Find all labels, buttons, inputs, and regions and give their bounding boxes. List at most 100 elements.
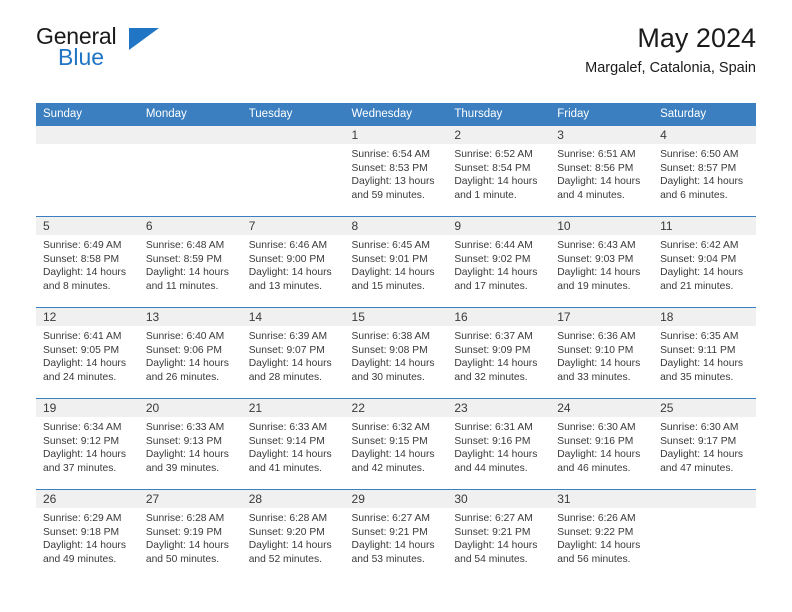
sunrise-text: Sunrise: 6:50 AM — [660, 149, 739, 160]
calendar-day-cell[interactable]: 2 Sunrise: 6:52 AM Sunset: 8:54 PM Daylight… — [447, 125, 551, 217]
day-number: 31 — [550, 490, 654, 508]
sunset-text: Sunset: 9:16 PM — [454, 435, 531, 447]
day-number: 2 — [447, 126, 551, 144]
calendar-page: General Blue May 2024 Margalef, Cataloni… — [0, 0, 792, 612]
daylight-text: Daylight: 14 hours and 13 minutes. — [248, 267, 332, 292]
day-details: Sunrise: 6:27 AM Sunset: 9:21 PM Daylight:… — [447, 508, 550, 566]
calendar-day-cell[interactable]: 21 Sunrise: 6:33 AM Sunset: 9:14 PM Dayligh… — [241, 398, 345, 490]
sunset-text: Sunset: 9:19 PM — [145, 526, 222, 538]
calendar-day-cell[interactable]: 26 Sunrise: 6:29 AM Sunset: 9:18 PM Dayligh… — [36, 489, 139, 580]
daylight-text: Daylight: 14 hours and 24 minutes. — [43, 358, 126, 383]
day-details: Sunrise: 6:49 AM Sunset: 8:58 PM Daylight:… — [36, 235, 139, 293]
day-details: Sunrise: 6:38 AM Sunset: 9:08 PM Daylight:… — [345, 326, 448, 384]
day-details: Sunrise: 6:30 AM Sunset: 9:17 PM Daylight:… — [653, 417, 756, 475]
sunrise-text: Sunrise: 6:39 AM — [248, 331, 328, 342]
sunset-text: Sunset: 9:02 PM — [454, 253, 531, 265]
weekday-header-friday: Friday — [550, 103, 654, 126]
day-number: 21 — [241, 399, 345, 417]
sunrise-text: Sunrise: 6:29 AM — [43, 513, 122, 524]
sunset-text: Sunset: 9:07 PM — [248, 344, 325, 356]
sunrise-text: Sunrise: 6:52 AM — [454, 149, 533, 160]
day-number: 13 — [138, 308, 242, 326]
calendar-day-cell[interactable]: 6 Sunrise: 6:48 AM Sunset: 8:59 PM Daylight… — [138, 216, 242, 308]
calendar-day-cell[interactable]: 22 Sunrise: 6:32 AM Sunset: 9:15 PM Dayligh… — [344, 398, 448, 490]
sunset-text: Sunset: 9:01 PM — [351, 253, 428, 265]
day-details: Sunrise: 6:51 AM Sunset: 8:56 PM Daylight:… — [550, 144, 653, 202]
day-number: 7 — [241, 217, 345, 235]
day-number: 4 — [653, 126, 756, 144]
calendar-day-cell[interactable]: 9 Sunrise: 6:44 AM Sunset: 9:02 PM Daylight… — [447, 216, 551, 308]
day-details: Sunrise: 6:40 AM Sunset: 9:06 PM Daylight:… — [139, 326, 242, 384]
weekday-header-row: Sunday Monday Tuesday Wednesday Thursday… — [36, 103, 756, 126]
day-details: Sunrise: 6:48 AM Sunset: 8:59 PM Daylight:… — [139, 235, 242, 293]
daylight-text: Daylight: 14 hours and 6 minutes. — [660, 176, 744, 201]
calendar-day-cell[interactable]: 30 Sunrise: 6:27 AM Sunset: 9:21 PM Dayligh… — [447, 489, 551, 580]
day-details: Sunrise: 6:26 AM Sunset: 9:22 PM Daylight:… — [550, 508, 653, 566]
calendar-day-cell[interactable]: 28 Sunrise: 6:28 AM Sunset: 9:20 PM Dayligh… — [241, 489, 345, 580]
sunrise-text: Sunrise: 6:27 AM — [454, 513, 533, 524]
day-number: 19 — [36, 399, 139, 417]
calendar-day-cell[interactable]: 13 Sunrise: 6:40 AM Sunset: 9:06 PM Dayligh… — [138, 307, 242, 399]
day-number: 26 — [36, 490, 139, 508]
calendar-empty-cell — [36, 125, 139, 217]
sunrise-text: Sunrise: 6:43 AM — [557, 240, 636, 251]
calendar-day-cell[interactable]: 19 Sunrise: 6:34 AM Sunset: 9:12 PM Dayligh… — [36, 398, 139, 490]
calendar-day-cell[interactable]: 16 Sunrise: 6:37 AM Sunset: 9:09 PM Dayligh… — [447, 307, 551, 399]
daylight-text: Daylight: 14 hours and 8 minutes. — [43, 267, 126, 292]
calendar-day-cell[interactable]: 15 Sunrise: 6:38 AM Sunset: 9:08 PM Dayligh… — [344, 307, 448, 399]
calendar-day-cell[interactable]: 27 Sunrise: 6:28 AM Sunset: 9:19 PM Dayligh… — [138, 489, 242, 580]
calendar-day-cell[interactable]: 18 Sunrise: 6:35 AM Sunset: 9:11 PM Dayligh… — [653, 307, 756, 399]
day-number: 1 — [344, 126, 448, 144]
day-details: Sunrise: 6:35 AM Sunset: 9:11 PM Daylight:… — [653, 326, 756, 384]
day-details: Sunrise: 6:34 AM Sunset: 9:12 PM Daylight:… — [36, 417, 139, 475]
calendar-day-cell[interactable]: 8 Sunrise: 6:45 AM Sunset: 9:01 PM Daylight… — [344, 216, 448, 308]
sunset-text: Sunset: 9:05 PM — [43, 344, 120, 356]
calendar-day-cell[interactable]: 3 Sunrise: 6:51 AM Sunset: 8:56 PM Daylight… — [550, 125, 654, 217]
day-number: 25 — [653, 399, 756, 417]
calendar-day-cell[interactable]: 10 Sunrise: 6:43 AM Sunset: 9:03 PM Dayligh… — [550, 216, 654, 308]
calendar-day-cell[interactable]: 4 Sunrise: 6:50 AM Sunset: 8:57 PM Daylight… — [653, 125, 756, 217]
calendar-day-cell[interactable]: 29 Sunrise: 6:27 AM Sunset: 9:21 PM Dayligh… — [344, 489, 448, 580]
daylight-text: Daylight: 14 hours and 26 minutes. — [145, 358, 229, 383]
calendar-day-cell[interactable]: 23 Sunrise: 6:31 AM Sunset: 9:16 PM Dayligh… — [447, 398, 551, 490]
sunset-text: Sunset: 8:57 PM — [660, 162, 737, 174]
sunset-text: Sunset: 8:56 PM — [557, 162, 634, 174]
calendar-day-cell[interactable]: 1 Sunrise: 6:54 AM Sunset: 8:53 PM Daylight… — [344, 125, 448, 217]
daylight-text: Daylight: 14 hours and 39 minutes. — [145, 449, 229, 474]
daylight-text: Daylight: 14 hours and 33 minutes. — [557, 358, 641, 383]
calendar-week-row: 26 Sunrise: 6:29 AM Sunset: 9:18 PM Dayligh… — [36, 489, 756, 580]
day-number: 15 — [344, 308, 448, 326]
calendar-day-cell[interactable]: 25 Sunrise: 6:30 AM Sunset: 9:17 PM Dayligh… — [653, 398, 756, 490]
calendar-day-cell[interactable]: 11 Sunrise: 6:42 AM Sunset: 9:04 PM Dayligh… — [653, 216, 756, 308]
weekday-header-sunday: Sunday — [36, 103, 139, 126]
calendar-day-cell[interactable]: 20 Sunrise: 6:33 AM Sunset: 9:13 PM Dayligh… — [138, 398, 242, 490]
sunset-text: Sunset: 9:21 PM — [351, 526, 428, 538]
sunset-text: Sunset: 9:09 PM — [454, 344, 531, 356]
sunrise-text: Sunrise: 6:38 AM — [351, 331, 430, 342]
sunset-text: Sunset: 8:54 PM — [454, 162, 531, 174]
day-number: 5 — [36, 217, 139, 235]
day-details: Sunrise: 6:33 AM Sunset: 9:13 PM Daylight:… — [139, 417, 242, 475]
weekday-header-tuesday: Tuesday — [241, 103, 345, 126]
calendar-day-cell[interactable]: 7 Sunrise: 6:46 AM Sunset: 9:00 PM Daylight… — [241, 216, 345, 308]
daylight-text: Daylight: 14 hours and 44 minutes. — [454, 449, 538, 474]
calendar-day-cell[interactable]: 31 Sunrise: 6:26 AM Sunset: 9:22 PM Dayligh… — [550, 489, 654, 580]
calendar-day-cell[interactable]: 12 Sunrise: 6:41 AM Sunset: 9:05 PM Dayligh… — [36, 307, 139, 399]
triangle-icon — [129, 28, 159, 50]
sunrise-sunset-calendar: Sunday Monday Tuesday Wednesday Thursday… — [36, 103, 756, 580]
calendar-day-cell[interactable]: 14 Sunrise: 6:39 AM Sunset: 9:07 PM Dayligh… — [241, 307, 345, 399]
sunrise-text: Sunrise: 6:44 AM — [454, 240, 533, 251]
sunrise-text: Sunrise: 6:28 AM — [145, 513, 225, 524]
daylight-text: Daylight: 14 hours and 19 minutes. — [557, 267, 641, 292]
calendar-day-cell[interactable]: 17 Sunrise: 6:36 AM Sunset: 9:10 PM Dayligh… — [550, 307, 654, 399]
calendar-day-cell[interactable]: 24 Sunrise: 6:30 AM Sunset: 9:16 PM Dayligh… — [550, 398, 654, 490]
sunrise-text: Sunrise: 6:46 AM — [248, 240, 328, 251]
day-number: 11 — [653, 217, 756, 235]
page-subtitle: Margalef, Catalonia, Spain — [585, 60, 756, 76]
daylight-text: Daylight: 14 hours and 17 minutes. — [454, 267, 538, 292]
sunset-text: Sunset: 9:10 PM — [557, 344, 634, 356]
day-details: Sunrise: 6:28 AM Sunset: 9:19 PM Daylight:… — [139, 508, 242, 566]
calendar-day-cell[interactable]: 5 Sunrise: 6:49 AM Sunset: 8:58 PM Daylight… — [36, 216, 139, 308]
day-details: Sunrise: 6:52 AM Sunset: 8:54 PM Daylight:… — [447, 144, 550, 202]
sunrise-text: Sunrise: 6:42 AM — [660, 240, 739, 251]
